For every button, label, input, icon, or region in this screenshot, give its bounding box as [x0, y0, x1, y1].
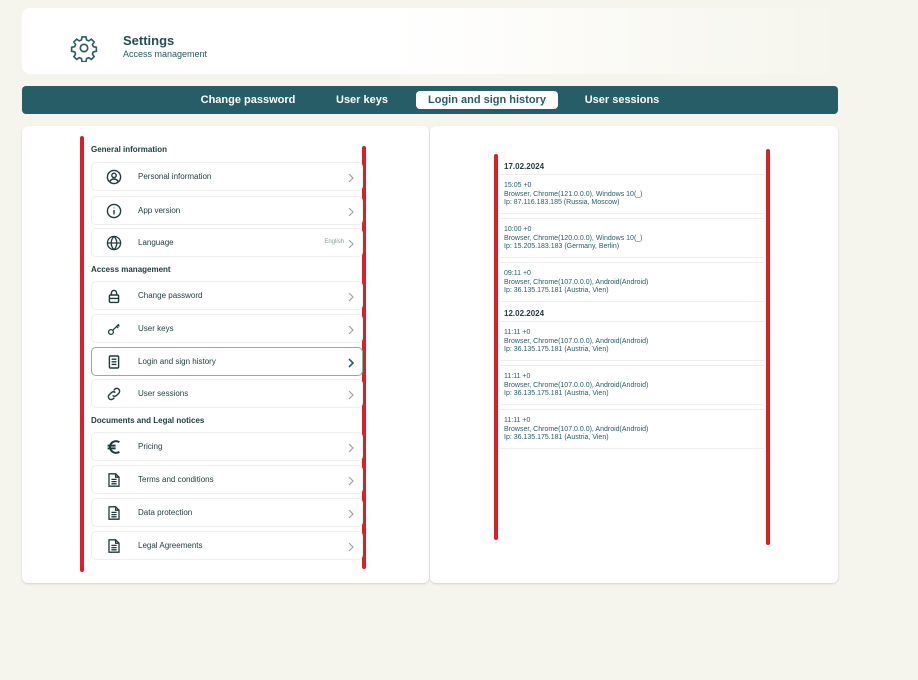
- history-entry: 11:11 +0 Browser, Chrome(107.0.0.0), And…: [500, 365, 764, 405]
- key-icon: [106, 321, 122, 337]
- menu-item-label: Legal Agreements: [138, 541, 203, 550]
- history-entry: 11:11 +0 Browser, Chrome(107.0.0.0), And…: [500, 409, 764, 449]
- entry-time: 10:00 +0: [504, 226, 532, 233]
- menu-item-label: Language: [138, 238, 174, 247]
- tab-user-sessions[interactable]: User sessions: [578, 91, 666, 109]
- chevron-right-icon: [346, 290, 356, 302]
- language-value: English: [324, 239, 344, 245]
- info-icon: [106, 203, 122, 219]
- section-title-documents: Documents and Legal notices: [91, 416, 205, 425]
- chevron-right-icon: [346, 441, 356, 453]
- tab-bar: Change password User keys Login and sign…: [22, 86, 838, 114]
- menu-item-change-password[interactable]: Change password: [91, 281, 363, 310]
- entry-time: 11:11 +0: [504, 329, 531, 336]
- chevron-right-icon: [346, 237, 356, 249]
- menu-item-label: Data protection: [138, 508, 193, 517]
- chevron-right-icon: [346, 540, 356, 552]
- entry-time: 11:11 +0: [504, 373, 531, 380]
- highlight-line: [80, 136, 84, 572]
- file-text-icon: [106, 538, 122, 554]
- file-text-icon: [106, 472, 122, 488]
- entry-time: 11:11 +0: [504, 417, 531, 424]
- entry-ip: Ip: 36.135.175.181 (Austria, Vien): [504, 390, 609, 398]
- section-title-access: Access management: [91, 265, 171, 274]
- menu-item-label: Login and sign history: [138, 357, 216, 366]
- entry-browser: Browser, Chrome(120.0.0.0), Windows 10(_…: [504, 234, 643, 242]
- link-icon: [106, 386, 122, 402]
- menu-item-user-keys[interactable]: User keys: [91, 314, 363, 343]
- menu-item-pricing[interactable]: Pricing: [91, 432, 363, 461]
- document-icon: [106, 354, 122, 370]
- chevron-right-icon: [346, 171, 356, 183]
- history-entry: 11:11 +0 Browser, Chrome(107.0.0.0), And…: [500, 321, 764, 361]
- menu-item-label: User sessions: [138, 389, 189, 398]
- menu-item-app-version[interactable]: App version: [91, 196, 363, 225]
- page-title: Settings: [123, 33, 175, 48]
- menu-item-label: Personal information: [138, 172, 212, 181]
- chevron-right-icon: [346, 507, 356, 519]
- chevron-right-icon: [346, 356, 356, 368]
- section-title-general: General information: [91, 145, 168, 154]
- chevron-right-icon: [346, 474, 356, 486]
- entry-ip: Ip: 36.135.175.181 (Austria, Vien): [504, 434, 609, 442]
- menu-item-label: Terms and conditions: [138, 475, 214, 484]
- gear-icon: [70, 34, 98, 63]
- entry-ip: Ip: 15.205.183.183 (Germany, Berlin): [504, 243, 620, 251]
- history-date: 12.02.2024: [504, 309, 545, 318]
- euro-icon: [106, 439, 122, 455]
- menu-item-user-sessions[interactable]: User sessions: [91, 379, 363, 408]
- entry-browser: Browser, Chrome(107.0.0.0), Android(Andr…: [504, 337, 649, 345]
- history-entry: 09:11 +0 Browser, Chrome(107.0.0.0), And…: [500, 262, 764, 302]
- entry-browser: Browser, Chrome(107.0.0.0), Android(Andr…: [504, 425, 649, 433]
- menu-item-label: Pricing: [138, 442, 163, 451]
- entry-time: 09:11 +0: [504, 270, 531, 277]
- menu-item-label: App version: [138, 206, 181, 215]
- file-text-icon: [106, 505, 122, 521]
- entry-browser: Browser, Chrome(107.0.0.0), Android(Andr…: [504, 381, 649, 389]
- menu-item-data-protection[interactable]: Data protection: [91, 498, 363, 527]
- menu-item-label: Change password: [138, 291, 203, 300]
- lock-icon: [106, 288, 122, 304]
- entry-ip: Ip: 36.135.175.181 (Austria, Vien): [504, 346, 609, 354]
- tab-change-password[interactable]: Change password: [188, 91, 308, 109]
- highlight-line: [766, 149, 770, 545]
- menu-item-legal-agreements[interactable]: Legal Agreements: [91, 531, 363, 560]
- chevron-right-icon: [346, 205, 356, 217]
- menu-item-terms-and-conditions[interactable]: Terms and conditions: [91, 465, 363, 494]
- entry-browser: Browser, Chrome(121.0.0.0), Windows 10(_…: [504, 190, 643, 198]
- chevron-right-icon: [346, 388, 356, 400]
- page-header: Settings Access management: [22, 8, 838, 74]
- history-entry: 10:00 +0 Browser, Chrome(120.0.0.0), Win…: [500, 218, 764, 258]
- settings-menu-panel: General information Personal information…: [22, 126, 429, 583]
- menu-item-personal-information[interactable]: Personal information: [91, 162, 363, 191]
- entry-browser: Browser, Chrome(107.0.0.0), Android(Andr…: [504, 278, 649, 286]
- user-circle-icon: [106, 169, 122, 185]
- tab-login-and-sign-history[interactable]: Login and sign history: [416, 91, 558, 109]
- entry-time: 15:05 +0: [504, 182, 532, 189]
- highlight-line: [494, 154, 498, 540]
- chevron-right-icon: [346, 323, 356, 335]
- entry-ip: Ip: 87.116.183.185 (Russia, Moscow): [504, 199, 620, 207]
- page-subtitle: Access management: [123, 49, 208, 59]
- menu-item-label: User keys: [138, 324, 174, 333]
- history-entry: 15:05 +0 Browser, Chrome(121.0.0.0), Win…: [500, 174, 764, 214]
- menu-item-login-and-sign-history[interactable]: Login and sign history: [91, 347, 363, 376]
- history-date: 17.02.2024: [504, 162, 545, 171]
- tab-user-keys[interactable]: User keys: [328, 91, 396, 109]
- login-history-panel: 17.02.2024 15:05 +0 Browser, Chrome(121.…: [430, 126, 838, 583]
- globe-icon: [106, 235, 122, 251]
- entry-ip: Ip: 36.135.175.181 (Austria, Vien): [504, 287, 609, 295]
- menu-item-language[interactable]: Language English: [91, 228, 363, 257]
